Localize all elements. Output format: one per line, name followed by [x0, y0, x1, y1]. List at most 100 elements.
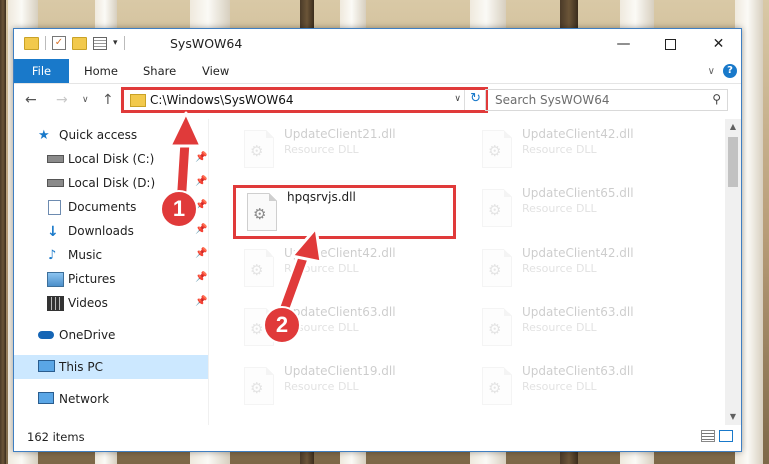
properties-icon[interactable] [93, 36, 107, 50]
tab-view[interactable]: View [202, 59, 229, 83]
toolbar-divider [123, 36, 125, 50]
sidebar-item-label: Pictures [68, 272, 116, 286]
file-item[interactable]: ⚙ UpdateClient42.dll Resource DLL [472, 243, 692, 295]
dll-file-icon: ⚙ [482, 367, 512, 405]
file-item[interactable]: ⚙ UpdateClient42.dll Resource DLL [472, 124, 692, 176]
tab-share[interactable]: Share [143, 59, 176, 83]
documents-icon [48, 200, 61, 215]
minimize-button[interactable]: — [601, 31, 646, 57]
recent-locations-chevron-icon[interactable]: ∨ [82, 95, 89, 105]
sidebar-item-local-disk-c[interactable]: Local Disk (C:) 📌 [14, 147, 208, 171]
sidebar-item-this-pc[interactable]: This PC [14, 355, 208, 379]
maximize-icon [665, 38, 676, 50]
file-item[interactable]: ⚙ UpdateClient63.dll Resource DLL [472, 361, 692, 413]
address-history-chevron-icon[interactable]: ∨ [454, 94, 461, 104]
address-divider [464, 90, 465, 110]
file-name: UpdateClient42.dll [522, 246, 634, 260]
dll-file-icon: ⚙ [244, 130, 274, 168]
scroll-up-arrow-icon[interactable]: ▲ [725, 119, 741, 135]
customize-toolbar-chevron-icon[interactable]: ▾ [113, 38, 118, 48]
dll-file-icon: ⚙ [482, 130, 512, 168]
toolbar-divider [45, 36, 46, 50]
file-item[interactable]: ⚙ UpdateClient19.dll Resource DLL [234, 361, 454, 413]
file-name: UpdateClient42.dll [284, 246, 396, 260]
sidebar-item-label: Music [68, 248, 103, 262]
tab-home[interactable]: Home [84, 59, 118, 83]
downloads-icon: ↓ [47, 224, 59, 240]
sidebar-item-label: OneDrive [59, 328, 116, 342]
navigation-bar: ← → ∨ ↑ C:\Windows\SysWOW64 ∨ ↻ Search S… [14, 84, 741, 118]
large-icons-view-icon[interactable] [719, 430, 733, 442]
status-bar: 162 items [14, 425, 741, 451]
pin-icon[interactable]: 📌 [195, 152, 207, 163]
up-button[interactable]: ↑ [102, 92, 114, 108]
title-bar: ✓ ▾ SysWOW64 — ✕ [14, 29, 741, 59]
sidebar-item-label: Videos [68, 296, 108, 310]
sidebar-item-label: Local Disk (D:) [68, 176, 156, 190]
item-count: 162 items [27, 430, 85, 444]
dll-file-icon: ⚙ [482, 189, 512, 227]
drive-icon [47, 155, 64, 163]
pin-icon[interactable]: 📌 [195, 224, 207, 235]
search-input[interactable]: Search SysWOW64 ⚲ [485, 89, 728, 111]
search-placeholder: Search SysWOW64 [495, 93, 610, 107]
sidebar-item-label: This PC [59, 360, 103, 374]
window-title: SysWOW64 [170, 36, 243, 51]
file-name: UpdateClient21.dll [284, 127, 396, 141]
quick-access-toolbar: ✓ ▾ [24, 36, 125, 50]
file-item[interactable]: ⚙ UpdateClient65.dll Resource DLL [472, 183, 692, 235]
network-icon [38, 392, 54, 404]
sidebar-item-label: Downloads [68, 224, 134, 238]
file-name: UpdateClient42.dll [522, 127, 634, 141]
close-button[interactable]: ✕ [696, 31, 741, 57]
new-folder-icon[interactable] [72, 36, 87, 50]
pictures-icon [47, 272, 64, 287]
step-2-badge: 2 [263, 306, 301, 344]
file-item[interactable]: ⚙ UpdateClient21.dll Resource DLL [234, 124, 454, 176]
sidebar-item-music[interactable]: ♪ Music 📌 [14, 243, 208, 267]
maximize-button[interactable] [648, 31, 693, 57]
dll-file-icon: ⚙ [482, 308, 512, 346]
pin-icon[interactable]: 📌 [195, 176, 207, 187]
pin-icon[interactable]: 📌 [195, 272, 207, 283]
file-name: UpdateClient63.dll [522, 364, 634, 378]
sidebar-item-videos[interactable]: Videos 📌 [14, 291, 208, 315]
vertical-scrollbar[interactable]: ▲ ▼ [725, 119, 741, 425]
help-icon[interactable]: ? [723, 64, 737, 78]
sidebar-item-label: Quick access [59, 128, 138, 142]
forward-button[interactable]: → [56, 92, 68, 108]
address-path[interactable]: C:\Windows\SysWOW64 [150, 93, 294, 107]
sidebar-item-quick-access[interactable]: ★ Quick access [14, 123, 208, 147]
scrollbar-thumb[interactable] [728, 137, 738, 187]
file-type: Resource DLL [284, 380, 359, 393]
onedrive-icon [38, 331, 54, 339]
search-icon[interactable]: ⚲ [712, 92, 721, 106]
scroll-down-arrow-icon[interactable]: ▼ [725, 409, 741, 425]
sidebar-item-label: Documents [68, 200, 137, 214]
sidebar-item-pictures[interactable]: Pictures 📌 [14, 267, 208, 291]
refresh-icon[interactable]: ↻ [470, 91, 481, 106]
highlight-box [233, 185, 456, 239]
sidebar-item-onedrive[interactable]: OneDrive [14, 323, 208, 347]
tab-file[interactable]: File [14, 59, 69, 83]
file-item[interactable]: ⚙ UpdateClient63.dll Resource DLL [472, 302, 692, 354]
folder-icon [130, 94, 146, 107]
expand-ribbon-chevron-icon[interactable]: ∨ [708, 66, 715, 77]
file-list: ⚙ UpdateClient21.dll Resource DLL ⚙ Upda… [209, 119, 724, 425]
star-icon: ★ [38, 128, 50, 143]
pin-icon[interactable]: 📌 [195, 248, 207, 259]
file-item[interactable]: ⚙ UpdateClient42.dll Resource DLL [234, 243, 454, 295]
computer-icon [38, 360, 55, 372]
back-button[interactable]: ← [25, 92, 37, 108]
drive-icon [47, 179, 64, 187]
sidebar-item-network[interactable]: Network [14, 387, 208, 411]
details-view-icon[interactable] [701, 430, 715, 442]
file-type: Resource DLL [522, 321, 597, 334]
navigation-pane: ★ Quick access Local Disk (C:) 📌 Local D… [14, 119, 208, 425]
properties-check-icon[interactable]: ✓ [52, 36, 66, 50]
pin-icon[interactable]: 📌 [195, 296, 207, 307]
file-explorer-window: ✓ ▾ SysWOW64 — ✕ File Home Share View ∨ … [13, 28, 742, 452]
address-bar[interactable]: C:\Windows\SysWOW64 ∨ ↻ [121, 87, 488, 113]
music-icon: ♪ [48, 248, 57, 263]
videos-icon [47, 296, 64, 311]
